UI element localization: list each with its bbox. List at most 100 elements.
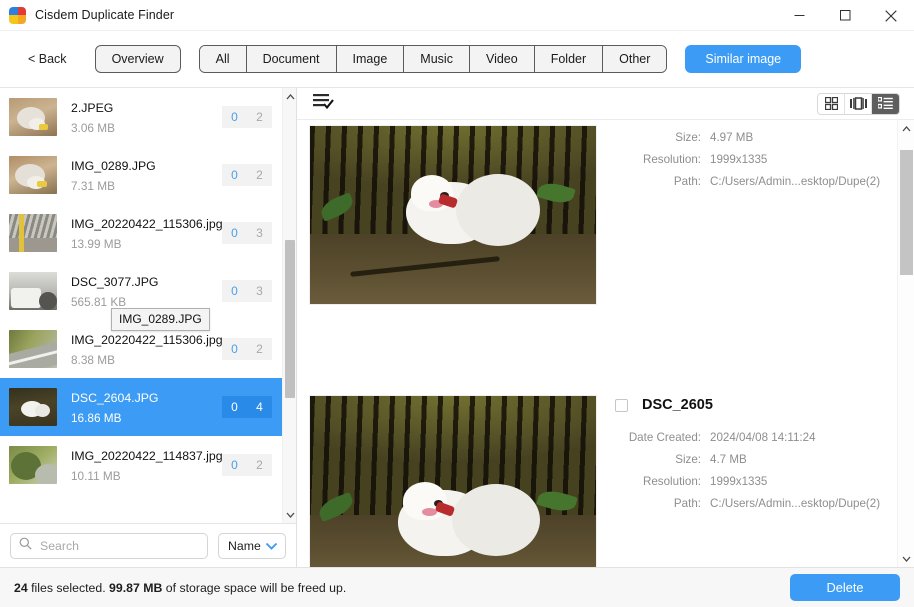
list-item[interactable]: 2.JPEG 3.06 MB 0 2 [0, 88, 282, 146]
file-name: IMG_20220422_115306.jpg [71, 216, 222, 231]
tab-music[interactable]: Music [404, 46, 470, 72]
file-size: 3.06 MB [71, 120, 115, 135]
close-icon[interactable] [868, 0, 914, 31]
meta-label: Resolution: [642, 475, 701, 488]
chevron-down-icon[interactable] [283, 506, 296, 523]
content-scrollbar-thumb[interactable] [900, 150, 913, 275]
status-bar: 24 files selected. 99.87 MB of storage s… [0, 567, 914, 607]
content-scroll-area: Size: 4.97 MB Resolution: 1999x1335 Path… [297, 120, 914, 567]
tab-all[interactable]: All [199, 46, 247, 72]
meta-label: Size: [675, 131, 701, 144]
meta-label: Date Created: [628, 431, 701, 444]
tab-image[interactable]: Image [336, 46, 405, 72]
freed-size: 99.87 MB [109, 580, 163, 595]
thumbnail [9, 214, 57, 252]
sidebar: 2.JPEG 3.06 MB 0 2 IMG_0289.JPG 7.31 MB … [0, 88, 297, 567]
entry-checkbox[interactable] [615, 398, 628, 412]
sidebar-scrollbar-thumb[interactable] [285, 240, 295, 398]
meta-value: 4.97 MB [710, 131, 754, 144]
list-item[interactable]: IMG_20220422_114837.jpg 10.11 MB 0 2 [0, 436, 282, 494]
search-box[interactable] [10, 532, 208, 559]
search-input[interactable] [40, 538, 199, 553]
chevron-up-icon[interactable] [283, 88, 296, 105]
count-selected: 0 [222, 338, 247, 360]
count-selected: 0 [222, 454, 247, 476]
entry-metadata: DSC_2605 Date Created: 2024/04/08 14:11:… [597, 395, 897, 567]
carousel-view-icon[interactable] [845, 93, 872, 114]
file-size: 565.81 KB [71, 294, 127, 309]
tab-other[interactable]: Other [603, 46, 667, 72]
count-selected: 0 [222, 164, 247, 186]
maximize-icon[interactable] [822, 0, 868, 31]
meta-value: 1999x1335 [710, 153, 768, 166]
entry-title-row: DSC_2605 [615, 397, 897, 413]
count-selected: 0 [222, 280, 247, 302]
meta-row: Path: C:/Users/Admin...esktop/Dupe(2) [615, 171, 897, 193]
count-total: 3 [247, 280, 272, 302]
file-size: 13.99 MB [71, 236, 122, 251]
grid-view-icon[interactable] [818, 93, 845, 114]
duplicate-counts: 0 2 [222, 106, 272, 128]
body-area: 2.JPEG 3.06 MB 0 2 IMG_0289.JPG 7.31 MB … [0, 88, 914, 567]
content-scrollbar[interactable] [897, 120, 914, 567]
sidebar-scrollbar[interactable] [282, 88, 296, 523]
meta-row: Size: 4.7 MB [615, 449, 897, 471]
minimize-icon[interactable] [776, 0, 822, 31]
file-size: 10.11 MB [71, 468, 121, 483]
count-selected: 0 [222, 396, 247, 418]
search-icon [19, 537, 32, 555]
entry-title: DSC_2605 [642, 397, 713, 413]
delete-button[interactable]: Delete [790, 574, 900, 601]
content-header [297, 88, 914, 120]
duplicate-entry: Size: 4.97 MB Resolution: 1999x1335 Path… [297, 125, 897, 305]
file-name: 2.JPEG [71, 100, 114, 115]
sort-value: Name [228, 538, 261, 553]
overview-button[interactable]: Overview [94, 45, 181, 73]
count-total: 4 [247, 396, 272, 418]
duplicate-entry: DSC_2605 Date Created: 2024/04/08 14:11:… [297, 395, 897, 567]
app-window: Cisdem Duplicate Finder < Back Overview … [0, 0, 914, 607]
thumbnail [9, 388, 57, 426]
tab-video[interactable]: Video [469, 46, 535, 72]
category-tabs: All Document Image Music Video Folder Ot… [198, 45, 668, 73]
thumbnail [9, 98, 57, 136]
samoyed-dogs-forest-photo[interactable] [309, 395, 597, 567]
count-total: 3 [247, 222, 272, 244]
meta-value: 2024/04/08 14:11:24 [710, 431, 816, 444]
file-name: IMG_0289.JPG [71, 158, 156, 173]
chevron-down-icon[interactable] [898, 550, 914, 567]
list-item[interactable]: IMG_0289.JPG 7.31 MB 0 2 [0, 146, 282, 204]
back-button[interactable]: < Back [14, 46, 77, 72]
title-bar: Cisdem Duplicate Finder [0, 0, 914, 31]
count-selected: 0 [222, 222, 247, 244]
meta-label: Path: [673, 175, 701, 188]
meta-label: Path: [673, 497, 701, 510]
meta-label: Resolution: [642, 153, 701, 166]
entry-metadata: Size: 4.97 MB Resolution: 1999x1335 Path… [597, 125, 897, 305]
list-check-icon[interactable] [313, 93, 335, 115]
search-row: Name [0, 523, 296, 567]
file-name-tooltip: IMG_0289.JPG [111, 308, 210, 331]
list-view-icon[interactable] [872, 93, 899, 114]
meta-row: Path: C:/Users/Admin...esktop/Dupe(2) [615, 493, 897, 515]
tab-document[interactable]: Document [246, 46, 337, 72]
file-list: 2.JPEG 3.06 MB 0 2 IMG_0289.JPG 7.31 MB … [0, 88, 296, 523]
meta-value: C:/Users/Admin...esktop/Dupe(2) [710, 497, 881, 510]
list-item-selected[interactable]: DSC_2604.JPG 16.86 MB 0 4 [0, 378, 282, 436]
sort-dropdown[interactable]: Name [218, 532, 286, 559]
status-text-end: of storage space will be freed up. [165, 580, 347, 595]
file-size: 7.31 MB [71, 178, 115, 193]
thumbnail [9, 330, 57, 368]
similar-image-button[interactable]: Similar image [685, 45, 802, 73]
chevron-up-icon[interactable] [898, 120, 914, 137]
thumbnail [9, 446, 57, 484]
meta-row: Resolution: 1999x1335 [615, 471, 897, 493]
count-total: 2 [247, 106, 272, 128]
meta-label: Size: [675, 453, 701, 466]
tab-folder[interactable]: Folder [534, 46, 604, 72]
samoyed-dogs-forest-photo[interactable] [309, 125, 597, 305]
content-panel: Size: 4.97 MB Resolution: 1999x1335 Path… [297, 88, 914, 567]
app-logo-icon [9, 6, 26, 24]
list-item[interactable]: IMG_20220422_115306.jpg 13.99 MB 0 3 [0, 204, 282, 262]
status-summary: 24 files selected. 99.87 MB of storage s… [14, 581, 346, 595]
